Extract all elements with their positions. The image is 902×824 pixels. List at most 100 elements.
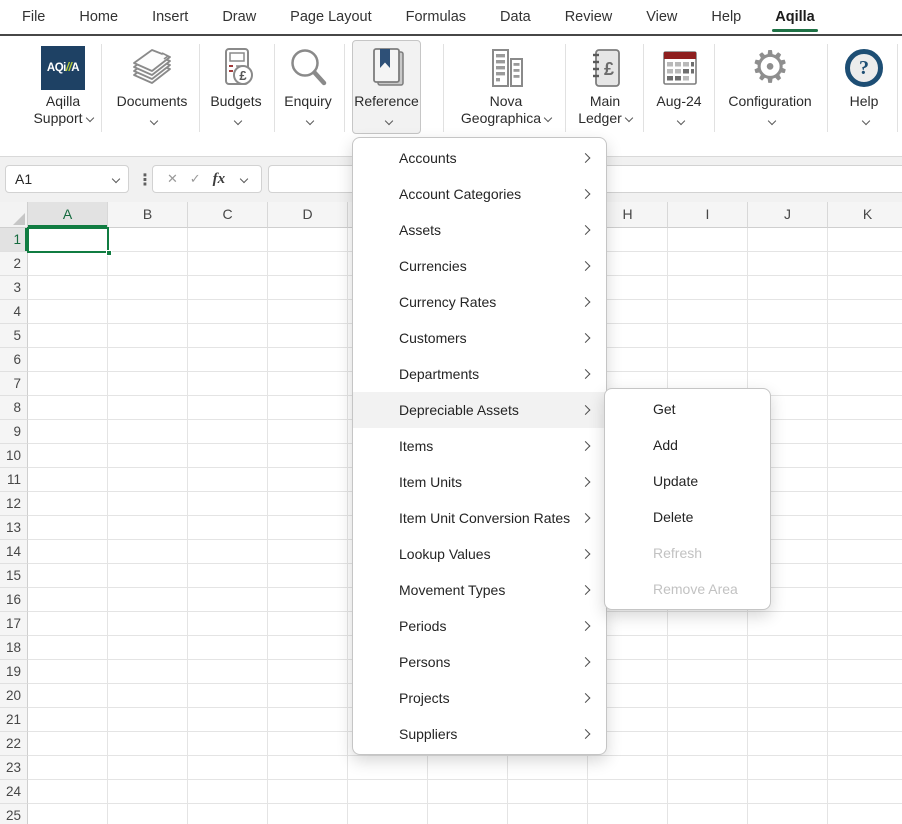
row-header-9[interactable]: 9 xyxy=(0,420,28,444)
cell-B11[interactable] xyxy=(108,468,188,492)
cell-J2[interactable] xyxy=(748,252,828,276)
row-header-13[interactable]: 13 xyxy=(0,516,28,540)
cell-A2[interactable] xyxy=(28,252,108,276)
cell-B7[interactable] xyxy=(108,372,188,396)
cell-A18[interactable] xyxy=(28,636,108,660)
submenu-item[interactable]: Add xyxy=(605,427,770,463)
cell-B6[interactable] xyxy=(108,348,188,372)
cell-C14[interactable] xyxy=(188,540,268,564)
row-header-15[interactable]: 15 xyxy=(0,564,28,588)
cell-A14[interactable] xyxy=(28,540,108,564)
cell-B4[interactable] xyxy=(108,300,188,324)
cell-A21[interactable] xyxy=(28,708,108,732)
select-all-corner[interactable] xyxy=(0,202,28,228)
cell-A8[interactable] xyxy=(28,396,108,420)
cancel-icon[interactable]: ✕ xyxy=(167,171,178,187)
menu-item[interactable]: Projects xyxy=(353,680,606,716)
cell-B9[interactable] xyxy=(108,420,188,444)
ribbon-button-documents[interactable]: Documents xyxy=(108,40,196,134)
name-box[interactable]: A1 xyxy=(5,165,129,193)
cell-G24[interactable] xyxy=(508,780,588,804)
cell-F23[interactable] xyxy=(428,756,508,780)
menu-item[interactable]: Currency Rates xyxy=(353,284,606,320)
submenu-item[interactable]: Delete xyxy=(605,499,770,535)
cell-K19[interactable] xyxy=(828,660,902,684)
cell-A17[interactable] xyxy=(28,612,108,636)
cell-I20[interactable] xyxy=(668,684,748,708)
row-header-11[interactable]: 11 xyxy=(0,468,28,492)
cell-C19[interactable] xyxy=(188,660,268,684)
cell-I18[interactable] xyxy=(668,636,748,660)
cell-B19[interactable] xyxy=(108,660,188,684)
cell-A1[interactable] xyxy=(28,228,108,252)
cell-K4[interactable] xyxy=(828,300,902,324)
cell-G25[interactable] xyxy=(508,804,588,824)
row-header-23[interactable]: 23 xyxy=(0,756,28,780)
cell-B24[interactable] xyxy=(108,780,188,804)
cell-C1[interactable] xyxy=(188,228,268,252)
insert-function-icon[interactable]: fx xyxy=(213,171,226,188)
cell-D4[interactable] xyxy=(268,300,348,324)
cell-K25[interactable] xyxy=(828,804,902,824)
cell-J24[interactable] xyxy=(748,780,828,804)
cell-C16[interactable] xyxy=(188,588,268,612)
menubar-item[interactable]: Draw xyxy=(222,9,256,25)
cell-I2[interactable] xyxy=(668,252,748,276)
cell-K5[interactable] xyxy=(828,324,902,348)
cell-D21[interactable] xyxy=(268,708,348,732)
menu-item[interactable]: Periods xyxy=(353,608,606,644)
cell-A4[interactable] xyxy=(28,300,108,324)
cell-I24[interactable] xyxy=(668,780,748,804)
menu-item[interactable]: Currencies xyxy=(353,248,606,284)
cell-D2[interactable] xyxy=(268,252,348,276)
menu-item[interactable]: Customers xyxy=(353,320,606,356)
cell-A16[interactable] xyxy=(28,588,108,612)
column-header-J[interactable]: J xyxy=(748,202,828,228)
cell-C25[interactable] xyxy=(188,804,268,824)
column-header-B[interactable]: B xyxy=(108,202,188,228)
menu-item[interactable]: Lookup Values xyxy=(353,536,606,572)
cell-J23[interactable] xyxy=(748,756,828,780)
cell-K7[interactable] xyxy=(828,372,902,396)
cell-D25[interactable] xyxy=(268,804,348,824)
cell-A10[interactable] xyxy=(28,444,108,468)
cell-F24[interactable] xyxy=(428,780,508,804)
row-header-19[interactable]: 19 xyxy=(0,660,28,684)
cell-A5[interactable] xyxy=(28,324,108,348)
row-header-14[interactable]: 14 xyxy=(0,540,28,564)
cell-I6[interactable] xyxy=(668,348,748,372)
cell-B25[interactable] xyxy=(108,804,188,824)
ribbon-button-main-ledger[interactable]: £ Main Ledger xyxy=(568,40,642,134)
row-header-6[interactable]: 6 xyxy=(0,348,28,372)
menu-item[interactable]: Assets xyxy=(353,212,606,248)
cell-J18[interactable] xyxy=(748,636,828,660)
cell-I17[interactable] xyxy=(668,612,748,636)
cell-A24[interactable] xyxy=(28,780,108,804)
cell-B1[interactable] xyxy=(108,228,188,252)
cell-B8[interactable] xyxy=(108,396,188,420)
cell-D17[interactable] xyxy=(268,612,348,636)
cell-D10[interactable] xyxy=(268,444,348,468)
row-header-5[interactable]: 5 xyxy=(0,324,28,348)
row-header-12[interactable]: 12 xyxy=(0,492,28,516)
menu-item[interactable]: Suppliers xyxy=(353,716,606,752)
cell-C7[interactable] xyxy=(188,372,268,396)
cell-I3[interactable] xyxy=(668,276,748,300)
cell-K6[interactable] xyxy=(828,348,902,372)
cell-G23[interactable] xyxy=(508,756,588,780)
cell-E24[interactable] xyxy=(348,780,428,804)
menubar-item[interactable]: Review xyxy=(565,9,613,25)
cell-C11[interactable] xyxy=(188,468,268,492)
cell-A22[interactable] xyxy=(28,732,108,756)
column-header-C[interactable]: C xyxy=(188,202,268,228)
menubar-item[interactable]: Data xyxy=(500,9,531,25)
row-header-18[interactable]: 18 xyxy=(0,636,28,660)
cell-J25[interactable] xyxy=(748,804,828,824)
submenu-item[interactable]: Update xyxy=(605,463,770,499)
cell-K21[interactable] xyxy=(828,708,902,732)
row-header-17[interactable]: 17 xyxy=(0,612,28,636)
cell-K23[interactable] xyxy=(828,756,902,780)
cell-I19[interactable] xyxy=(668,660,748,684)
column-header-A[interactable]: A xyxy=(28,202,108,228)
cell-C15[interactable] xyxy=(188,564,268,588)
